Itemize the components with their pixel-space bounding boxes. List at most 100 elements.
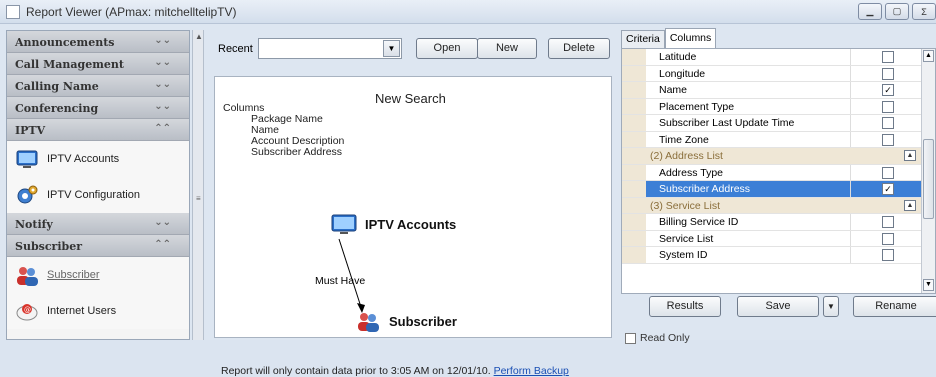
nav-section-subscriber[interactable]: Subscriber ⌃⌃ [7, 235, 189, 257]
chevron-up-icon[interactable]: ⌃⌃ [154, 123, 171, 134]
recent-label: Recent [218, 43, 253, 55]
scroll-down-icon[interactable]: ▼ [923, 279, 934, 291]
collapse-icon[interactable]: ▲ [904, 150, 916, 161]
include-checkbox-checked[interactable]: ✓ [882, 84, 894, 96]
footnote-text: Report will only contain data prior to 3… [221, 365, 491, 377]
rename-button[interactable]: Rename [853, 296, 936, 317]
maximize-button[interactable]: ▢ [885, 3, 909, 20]
grid-group-row[interactable]: (2) Address List ▲ [622, 148, 922, 165]
nav-section-label: Calling Name [15, 80, 99, 93]
field-name: Placement Type [659, 100, 735, 113]
nav-section-calling-name[interactable]: Calling Name ⌄⌄ [7, 75, 189, 97]
window-title: Report Viewer (APmax: mitchelltelipTV) [26, 5, 237, 19]
column-item: Subscriber Address [251, 146, 343, 158]
grid-row[interactable]: System ID [622, 247, 922, 264]
grid-row[interactable]: Time Zone [622, 131, 922, 148]
nav-item-label: Subscriber [47, 269, 100, 281]
group-name: (2) Address List [650, 150, 723, 162]
recent-dropdown[interactable]: ▼ [258, 38, 402, 59]
grid-row-selected[interactable]: Subscriber Address ✓ [622, 181, 922, 198]
node-subscriber[interactable]: Subscriber [355, 309, 457, 333]
node-iptv-accounts[interactable]: IPTV Accounts [331, 213, 456, 235]
include-checkbox[interactable] [882, 232, 894, 245]
results-button[interactable]: Results [649, 296, 721, 317]
report-viewer-window: Report Viewer (APmax: mitchelltelipTV) ▁… [0, 0, 936, 377]
field-name: Name [659, 84, 688, 96]
grid-row[interactable]: Subscriber Last Update Time [622, 115, 922, 132]
nav-section-label: IPTV [15, 124, 46, 137]
grid-row[interactable]: Address Type [622, 164, 922, 181]
delete-button[interactable]: Delete [548, 38, 610, 59]
include-checkbox-checked[interactable]: ✓ [882, 183, 894, 195]
nav-section-label: Call Management [15, 58, 124, 71]
save-button[interactable]: Save [737, 296, 819, 317]
nav-section-iptv[interactable]: IPTV ⌃⌃ [7, 119, 189, 141]
chevron-down-icon[interactable]: ⌄⌄ [154, 57, 171, 68]
node-label: Subscriber [389, 313, 457, 329]
minimize-button[interactable]: ▁ [858, 3, 882, 20]
nav-section-label: Announcements [15, 36, 115, 49]
include-checkbox[interactable] [882, 216, 894, 228]
tab-columns[interactable]: Columns [664, 28, 717, 49]
search-pane: Recent ▼ Open New Delete New Search Colu… [206, 30, 616, 377]
grip-icon: ≡ [196, 194, 201, 203]
field-name: Subscriber Address [659, 183, 751, 195]
window-controls: ▁ ▢ Σ [858, 3, 936, 20]
collapse-icon[interactable]: ▲ [904, 199, 916, 211]
nav-section-notify[interactable]: Notify ⌄⌄ [7, 213, 189, 235]
read-only-option[interactable]: Read Only [625, 332, 690, 344]
nav-section-announcements[interactable]: Announcements ⌄⌄ [7, 31, 189, 53]
read-only-checkbox[interactable] [625, 332, 636, 344]
grid-row[interactable]: Longitude [622, 65, 922, 82]
save-dropdown-icon[interactable]: ▼ [823, 296, 839, 317]
grid-row[interactable]: Latitude [622, 49, 922, 66]
grid-row[interactable]: Name ✓ [622, 82, 922, 99]
search-canvas: New Search Columns Package Name Name Acc… [214, 76, 612, 377]
include-checkbox[interactable] [882, 67, 894, 80]
field-name: Longitude [659, 67, 706, 80]
grid-group-row[interactable]: (3) Service List ▲ [622, 197, 922, 214]
nav-section-call-management[interactable]: Call Management ⌄⌄ [7, 53, 189, 75]
chevron-up-icon[interactable]: ⌃⌃ [154, 239, 171, 250]
chevron-down-icon[interactable]: ⌄⌄ [154, 101, 171, 112]
new-button[interactable]: New [477, 38, 537, 59]
svg-text:@: @ [24, 306, 31, 314]
collapse-arrow-icon[interactable]: ▲ [195, 32, 203, 41]
read-only-label: Read Only [640, 332, 690, 344]
nav-item-label: IPTV Accounts [47, 153, 120, 165]
grid-row[interactable]: Placement Type [622, 98, 922, 115]
chevron-down-icon[interactable]: ⌄⌄ [154, 35, 171, 46]
field-name: Address Type [659, 166, 724, 179]
grid-row[interactable]: Service List [622, 230, 922, 247]
nav-item-iptv-accounts[interactable]: IPTV Accounts [7, 141, 189, 177]
field-name: Subscriber Last Update Time [659, 117, 795, 129]
group-name: (3) Service List [650, 199, 721, 212]
include-checkbox[interactable] [882, 117, 894, 129]
open-button[interactable]: Open [416, 38, 478, 59]
column-item: Package Name [251, 113, 323, 125]
vertical-scrollbar[interactable]: ▲ ▼ [921, 49, 935, 293]
perform-backup-link[interactable]: Perform Backup [494, 365, 569, 377]
nav-section-label: Conferencing [15, 102, 99, 115]
include-checkbox[interactable] [882, 249, 894, 261]
close-button[interactable]: Σ [912, 3, 936, 20]
include-checkbox[interactable] [882, 100, 894, 113]
include-checkbox[interactable] [882, 166, 894, 179]
nav-item-iptv-configuration[interactable]: IPTV Configuration [7, 177, 189, 213]
nav-item-label: IPTV Configuration [47, 189, 140, 201]
include-checkbox[interactable] [882, 133, 894, 146]
nav-item-internet-users[interactable]: @ Internet Users [7, 293, 189, 329]
tab-criteria[interactable]: Criteria [621, 30, 665, 49]
scroll-thumb[interactable] [923, 139, 934, 219]
nav-section-label: Subscriber [15, 240, 82, 253]
grid-row[interactable]: Billing Service ID [622, 214, 922, 231]
scroll-up-icon[interactable]: ▲ [923, 50, 934, 62]
chevron-down-icon[interactable]: ⌄⌄ [154, 217, 171, 228]
dropdown-arrow-icon[interactable]: ▼ [383, 40, 400, 57]
nav-section-conferencing[interactable]: Conferencing ⌄⌄ [7, 97, 189, 119]
chevron-down-icon[interactable]: ⌄⌄ [154, 79, 171, 90]
nav-item-subscriber[interactable]: Subscriber [7, 257, 189, 293]
monitor-icon [331, 214, 357, 234]
include-checkbox[interactable] [882, 51, 894, 63]
panel-splitter[interactable]: ▲ ≡ [192, 30, 204, 340]
